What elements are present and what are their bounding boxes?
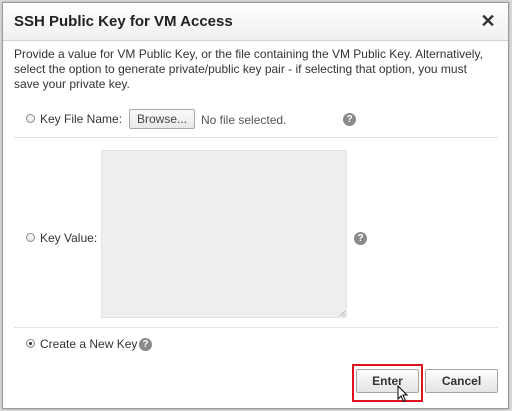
key-file-label: Key File Name:: [40, 112, 123, 126]
dialog-title: SSH Public Key for VM Access: [14, 13, 233, 30]
key-value-radio[interactable]: [26, 233, 35, 242]
key-value-row: Key Value: ?: [14, 138, 498, 328]
no-file-status: No file selected.: [201, 113, 287, 127]
key-file-row: Key File Name: Browse... No file selecte…: [14, 98, 498, 138]
key-file-radio[interactable]: [26, 114, 35, 123]
mouse-pointer-icon: [397, 385, 409, 403]
key-value-label: Key Value:: [40, 231, 98, 245]
cancel-button[interactable]: Cancel: [425, 369, 498, 393]
ssh-key-dialog: SSH Public Key for VM Access ✕ Provide a…: [2, 2, 509, 409]
close-icon[interactable]: ✕: [480, 11, 496, 31]
browse-button[interactable]: Browse...: [129, 109, 195, 129]
key-value-textarea[interactable]: [101, 150, 347, 318]
create-new-key-label: Create a New Key: [40, 337, 138, 351]
create-new-key-row: Create a New Key ?: [14, 328, 498, 362]
enter-button-highlight: [352, 364, 423, 402]
help-icon[interactable]: ?: [139, 338, 152, 351]
dialog-titlebar: SSH Public Key for VM Access ✕: [3, 3, 508, 41]
help-icon[interactable]: ?: [354, 232, 367, 245]
create-new-key-radio[interactable]: [26, 339, 35, 348]
resize-grip-icon[interactable]: [338, 309, 346, 317]
dialog-description: Provide a value for VM Public Key, or th…: [14, 47, 483, 91]
help-icon[interactable]: ?: [343, 113, 356, 126]
